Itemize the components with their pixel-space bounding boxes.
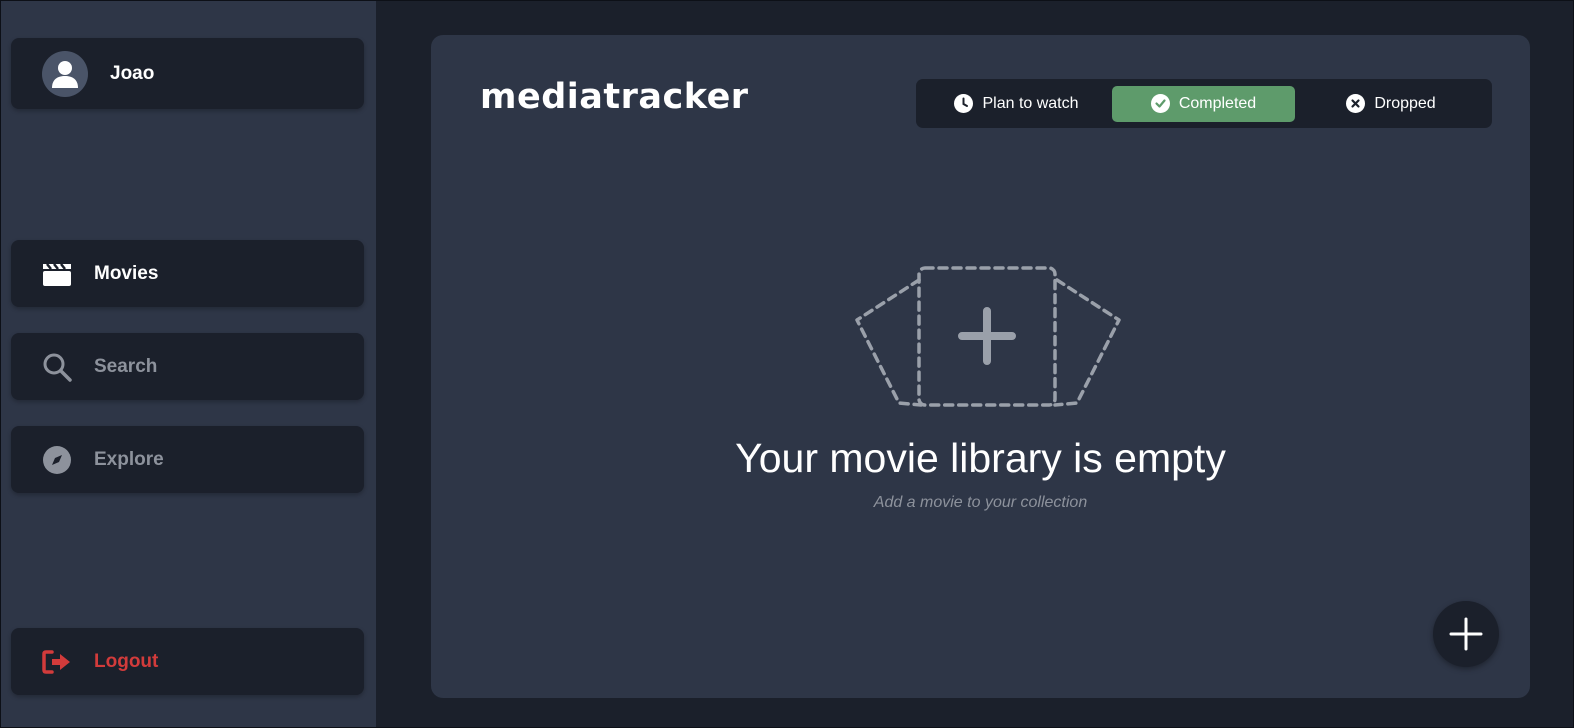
check-icon — [1150, 94, 1170, 113]
sidebar-item-label: Movies — [94, 262, 159, 284]
tab-plan-to-watch[interactable]: Plan to watch — [921, 86, 1112, 122]
sidebar-item-label: Search — [94, 355, 158, 377]
tab-completed[interactable]: Completed — [1112, 85, 1295, 122]
tab-label: Plan to watch — [982, 94, 1079, 112]
search-icon — [41, 351, 73, 383]
logout-icon — [41, 646, 73, 678]
brand-logo: mediatracker — [480, 77, 749, 117]
user-profile-card[interactable]: Joao — [11, 38, 364, 109]
sidebar-item-explore[interactable]: Explore — [11, 426, 364, 493]
sidebar: Joao Movies Search Explore Logout — [1, 1, 376, 727]
tab-dropped[interactable]: Dropped — [1295, 86, 1487, 122]
compass-icon — [41, 444, 73, 476]
user-icon — [42, 50, 88, 97]
user-name: Joao — [110, 62, 155, 84]
sidebar-item-label: Explore — [94, 448, 164, 470]
add-placeholder-icon — [855, 266, 1121, 407]
status-tabs: Plan to watch Completed Dropped — [916, 79, 1492, 128]
main-panel: mediatracker Plan to watch Completed Dro… — [431, 35, 1530, 698]
empty-state-title: Your movie library is empty — [735, 435, 1226, 481]
sidebar-item-movies[interactable]: Movies — [11, 240, 364, 307]
empty-state-subtitle: Add a movie to your collection — [873, 494, 1088, 511]
sidebar-item-search[interactable]: Search — [11, 333, 364, 400]
plus-icon — [1449, 617, 1483, 651]
tab-label: Completed — [1178, 94, 1257, 112]
logout-button[interactable]: Logout — [11, 628, 364, 695]
clapperboard-icon — [41, 258, 73, 290]
x-circle-icon — [1346, 94, 1366, 113]
add-movie-button[interactable] — [1433, 601, 1499, 667]
tab-label: Dropped — [1374, 94, 1436, 112]
sidebar-item-label: Logout — [94, 650, 159, 672]
clock-icon — [954, 94, 974, 113]
